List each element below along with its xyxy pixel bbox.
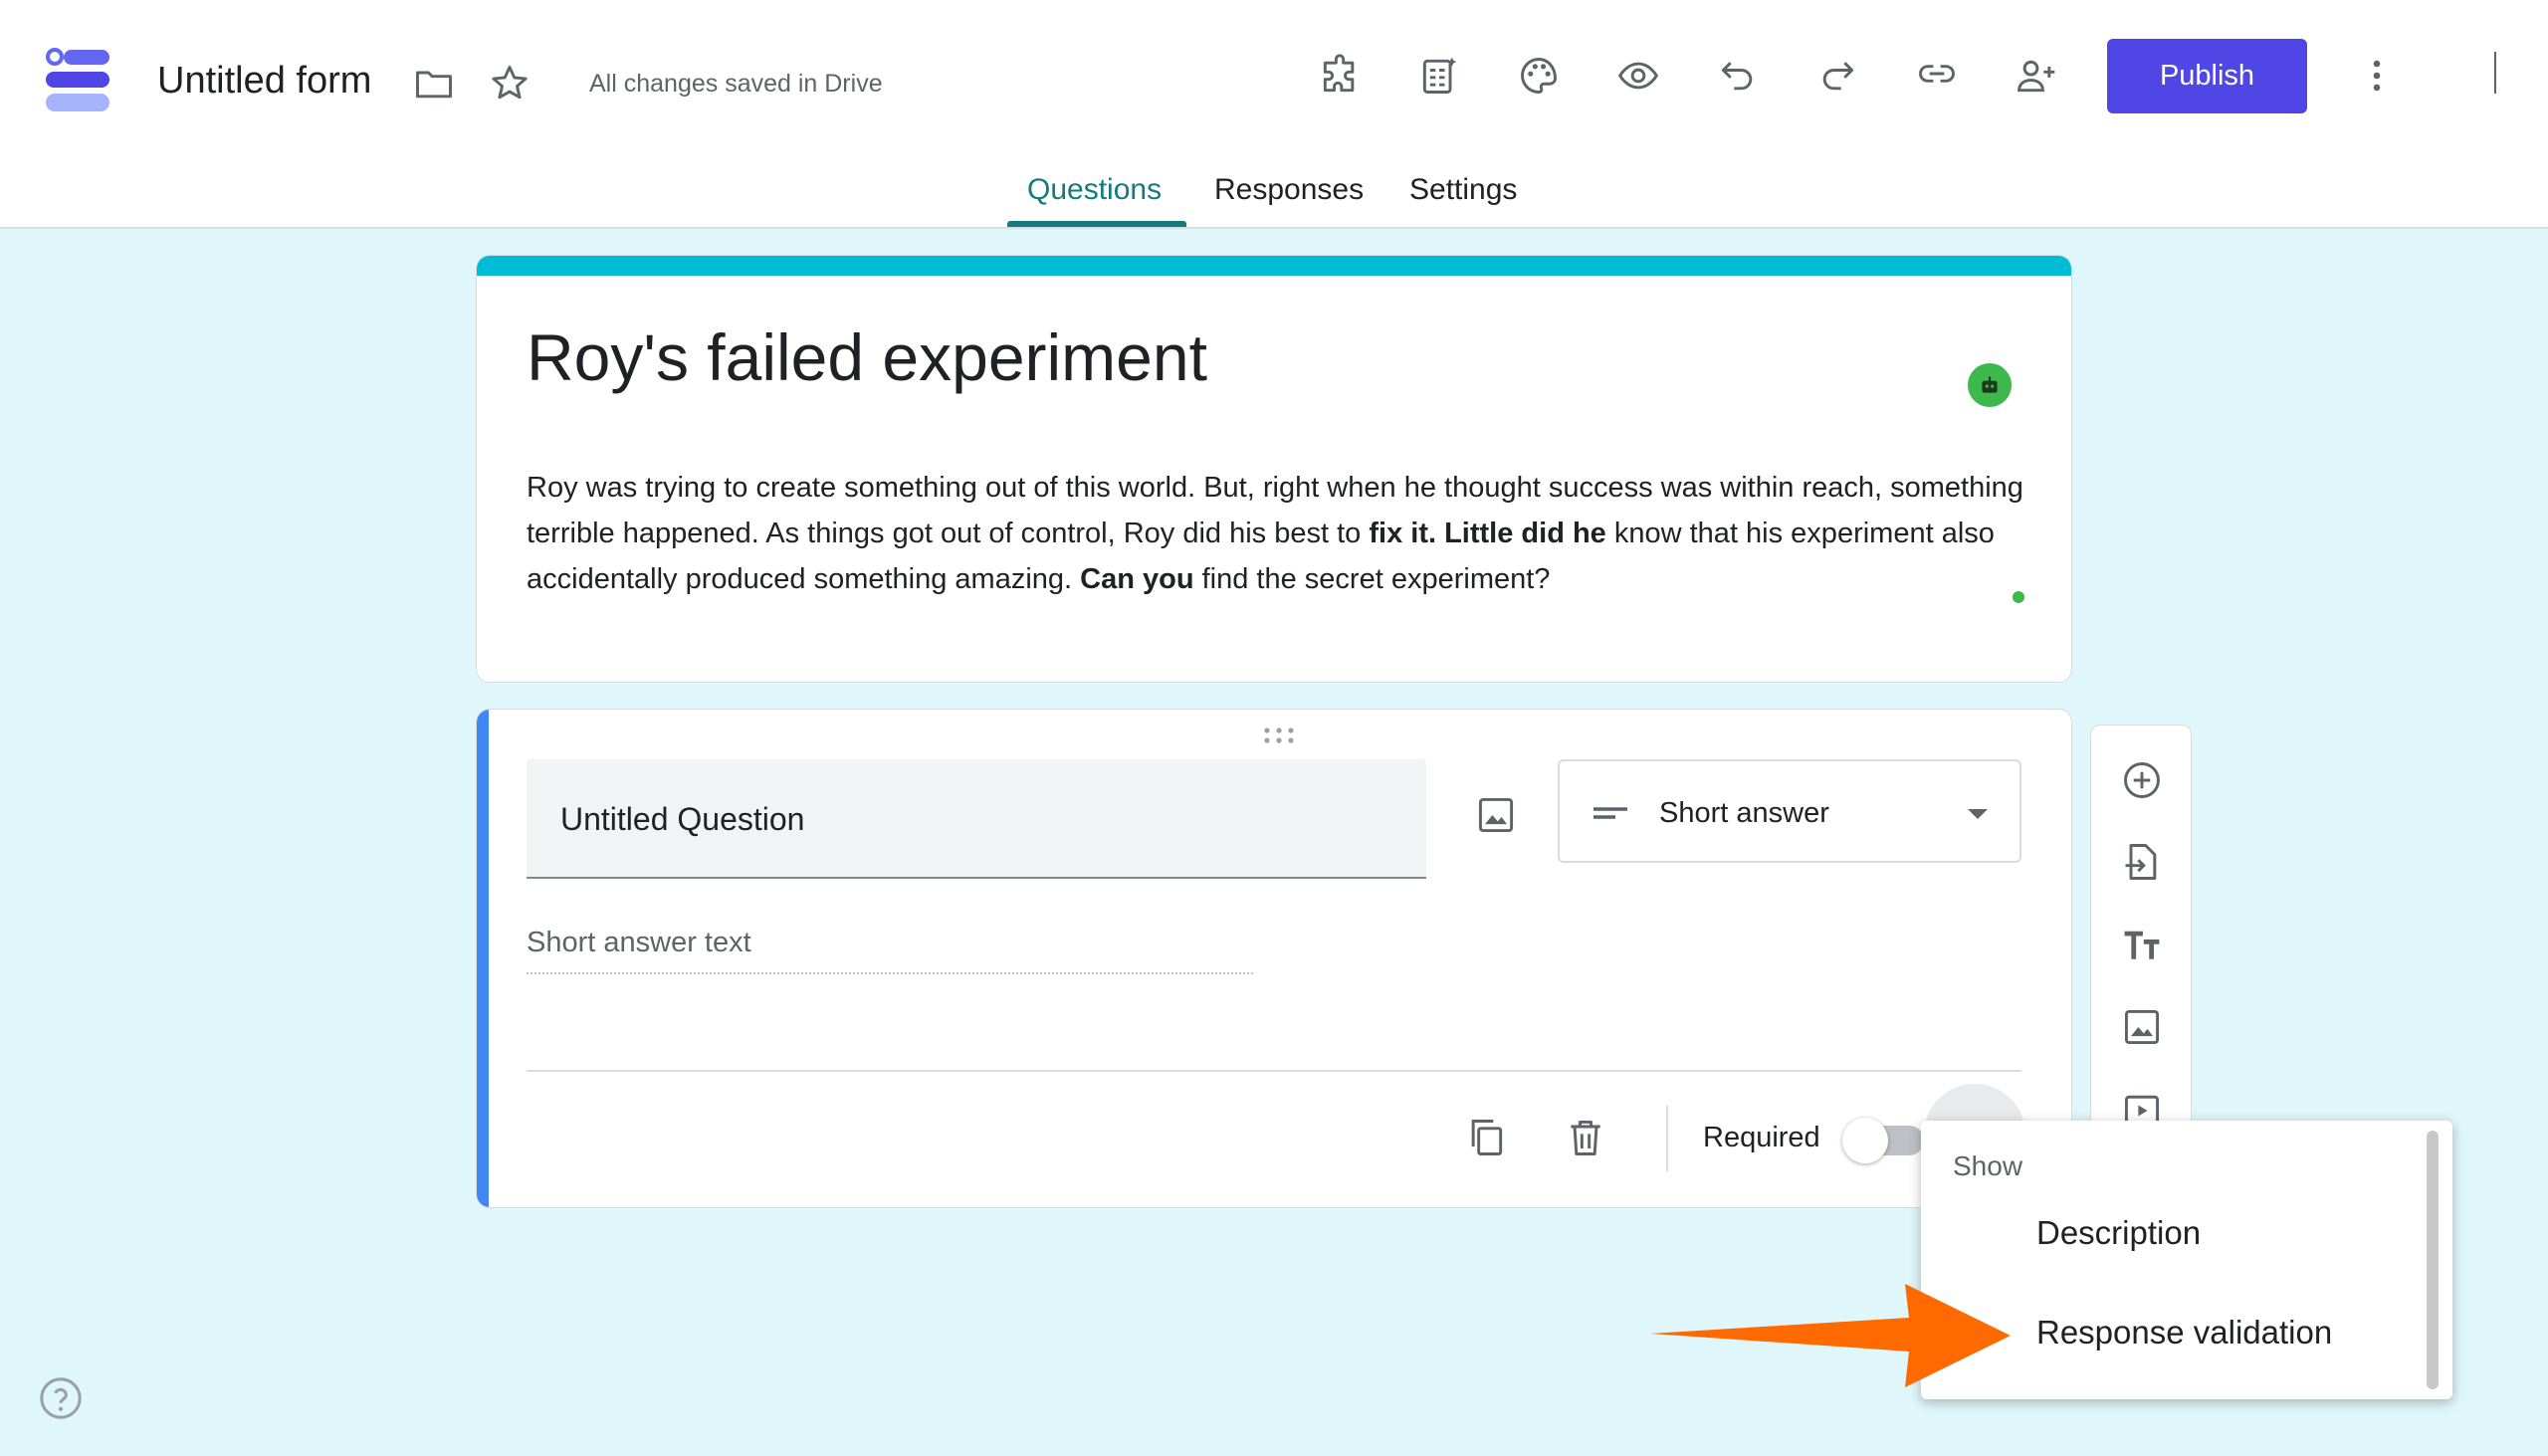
star-icon[interactable]: [482, 56, 537, 111]
floating-side-toolbar: [2090, 725, 2192, 1143]
quiz-icon[interactable]: [1411, 48, 1467, 104]
tab-responses[interactable]: Responses: [1214, 173, 1364, 207]
more-vert-icon[interactable]: [2349, 48, 2405, 104]
tab-questions[interactable]: Questions: [1027, 173, 1162, 207]
header-divider: [2494, 52, 2496, 94]
delete-icon[interactable]: [1556, 1108, 1615, 1167]
question-type-select[interactable]: Short answer: [1558, 759, 2021, 863]
question-card[interactable]: Untitled Question Short answer Short ans…: [476, 709, 2072, 1208]
add-title-icon[interactable]: [2111, 915, 2173, 976]
palette-icon[interactable]: [1511, 48, 1567, 104]
forms-logo-icon[interactable]: [44, 46, 113, 115]
undo-icon[interactable]: [1710, 48, 1766, 104]
form-description[interactable]: Roy was trying to create something out o…: [527, 465, 2039, 602]
answer-placeholder: Short answer text: [527, 927, 751, 958]
menu-item-label: Description: [2036, 1214, 2202, 1251]
publish-button[interactable]: Publish: [2107, 39, 2307, 113]
drag-handle-icon[interactable]: [1259, 726, 1299, 745]
question-title-input[interactable]: Untitled Question: [527, 759, 1426, 879]
add-ons-icon[interactable]: [1312, 48, 1368, 104]
add-image-icon[interactable]: [1466, 785, 1526, 845]
question-type-label: Short answer: [1659, 797, 1829, 829]
annotation-arrow-icon: [1650, 1284, 2011, 1387]
add-collaborator-icon[interactable]: [2009, 48, 2064, 104]
footer-divider: [527, 1070, 2021, 1072]
add-question-icon[interactable]: [2111, 749, 2173, 811]
link-icon[interactable]: [1909, 46, 1965, 102]
required-toggle-knob[interactable]: [1842, 1118, 1888, 1163]
form-title-card[interactable]: Roy's failed experiment Roy was trying t…: [476, 255, 2072, 683]
required-label: Required: [1703, 1122, 1820, 1153]
document-title[interactable]: Untitled form: [157, 60, 371, 103]
help-icon[interactable]: [38, 1375, 84, 1421]
tab-settings[interactable]: Settings: [1409, 173, 1517, 207]
menu-item-description[interactable]: Description: [1921, 1186, 2429, 1276]
answer-underline: [527, 972, 1253, 974]
add-image-section-icon[interactable]: [2111, 996, 2173, 1058]
active-tab-indicator: [1007, 221, 1186, 227]
active-question-bar: [477, 710, 489, 1207]
menu-item-label: Response validation: [2036, 1314, 2333, 1351]
chevron-down-icon: [1968, 809, 1988, 819]
import-questions-icon[interactable]: [2111, 831, 2173, 893]
form-title[interactable]: Roy's failed experiment: [527, 319, 1207, 395]
folder-icon[interactable]: [406, 56, 462, 111]
robot-icon[interactable]: [1968, 363, 2012, 407]
duplicate-icon[interactable]: [1456, 1108, 1516, 1167]
theme-color-bar: [477, 256, 2071, 276]
short-answer-icon: [1593, 807, 1627, 819]
status-dot: [2013, 591, 2024, 603]
save-status: All changes saved in Drive: [589, 70, 883, 98]
preview-eye-icon[interactable]: [1610, 48, 1666, 104]
question-title-text: Untitled Question: [560, 801, 805, 837]
top-header: Untitled form All changes saved in Drive…: [0, 0, 2548, 229]
menu-section-header: Show: [1953, 1150, 2023, 1181]
redo-icon[interactable]: [1809, 48, 1865, 104]
footer-vertical-divider: [1666, 1106, 1668, 1171]
menu-scrollbar[interactable]: [2427, 1131, 2439, 1389]
